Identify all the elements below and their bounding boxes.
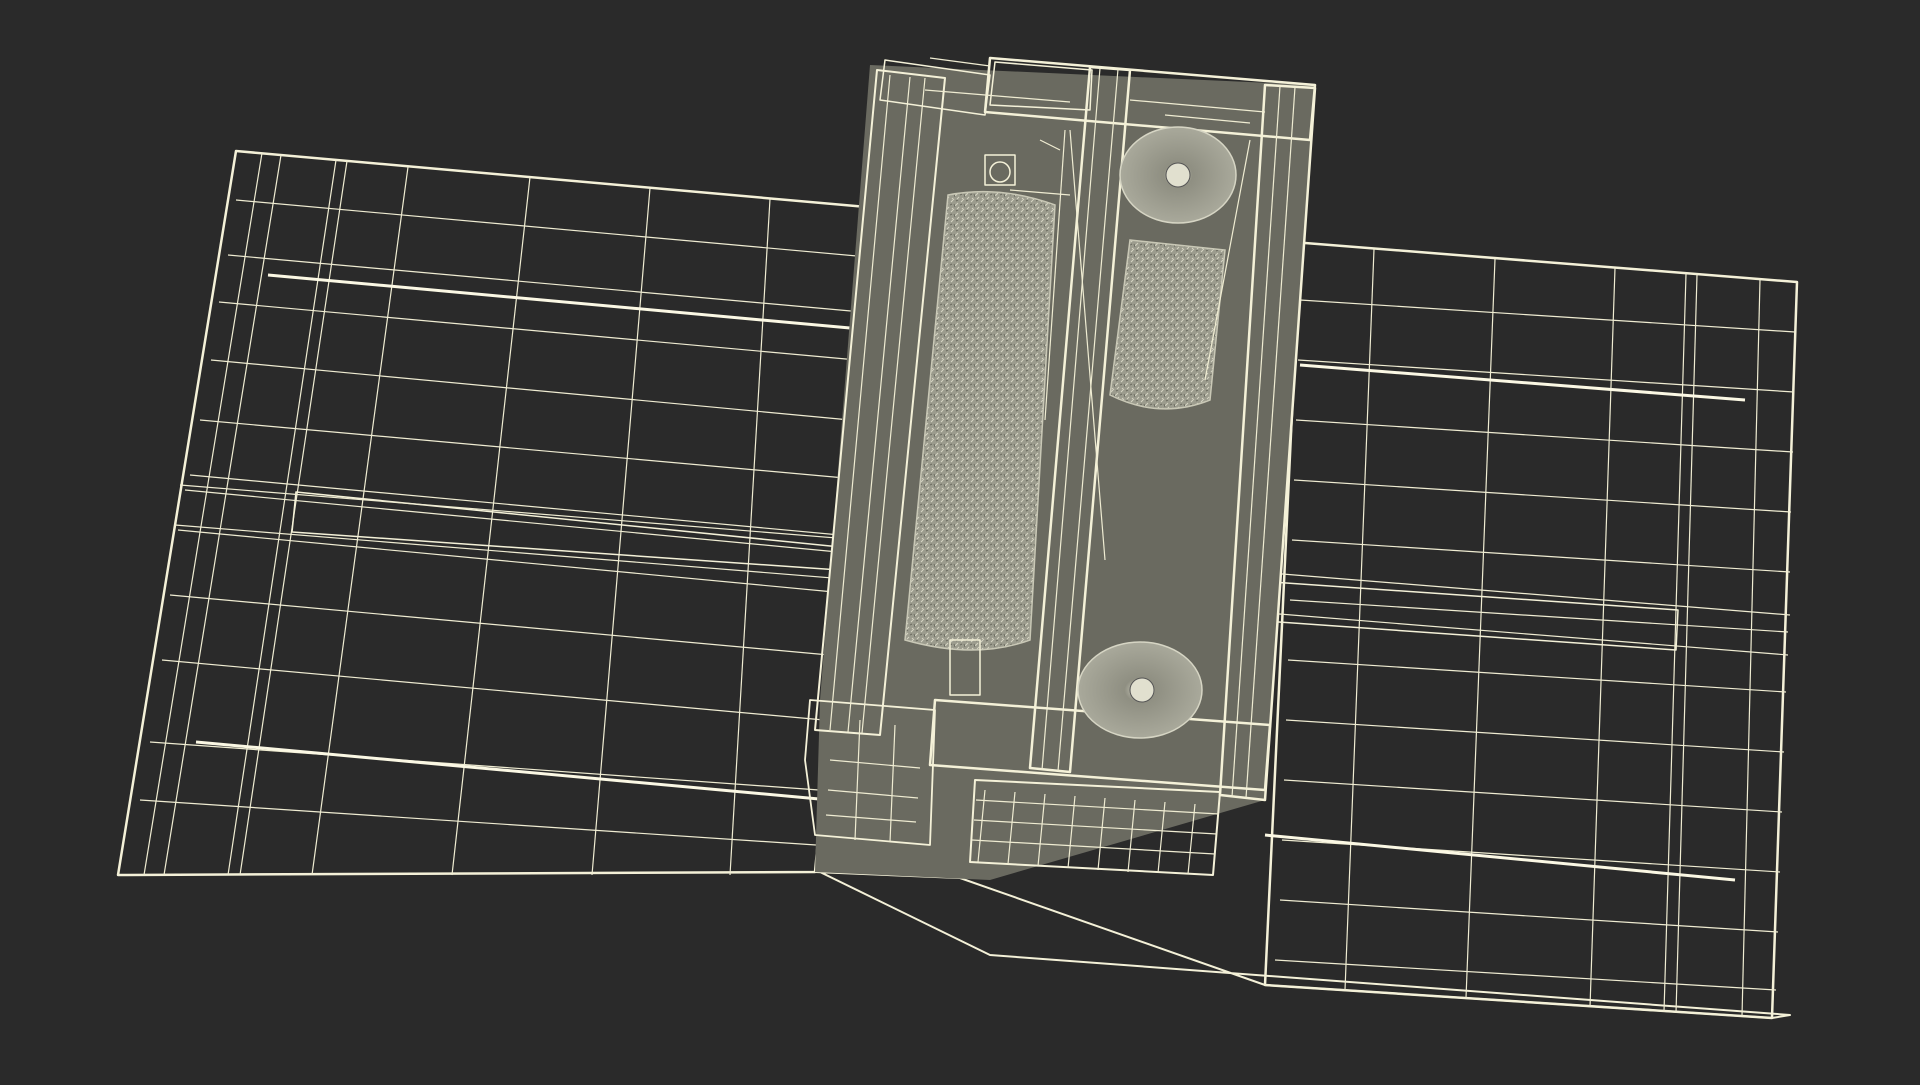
render-viewport	[0, 0, 1920, 1080]
side-brush-lower	[1077, 641, 1203, 739]
floor-grid-left	[139, 152, 869, 876]
floor-grid-right	[1274, 248, 1796, 1017]
wireframe-render	[116, 56, 1799, 1020]
